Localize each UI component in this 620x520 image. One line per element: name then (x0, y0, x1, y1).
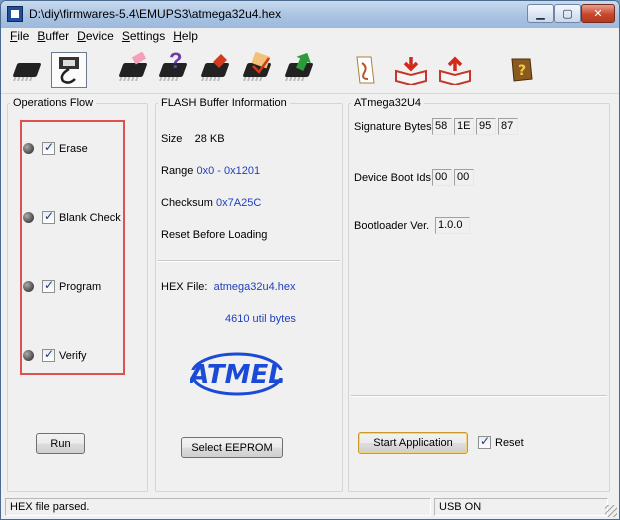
program-label: Program (59, 280, 102, 293)
flash-size-label: Size (161, 133, 183, 145)
signature-bytes-label: Signature Bytes (354, 121, 432, 133)
hex-file-value: atmega32u4.hex (213, 281, 296, 293)
hex-file-label: HEX File: (161, 281, 208, 293)
menu-file[interactable]: File (7, 28, 32, 46)
flash-checksum-row: Checksum 0x7A25C (161, 197, 261, 209)
menu-help[interactable]: Help (170, 28, 201, 46)
chip-blank-check-icon[interactable]: ? (155, 48, 191, 88)
atmel-logo-text: ATMEL (190, 360, 284, 390)
run-button[interactable]: Run (36, 433, 85, 454)
signature-byte-1: 58 (432, 118, 452, 135)
flash-checksum-label: Checksum (161, 197, 213, 209)
atmel-logo: ATMEL (187, 350, 285, 398)
load-hex-file-icon[interactable] (347, 52, 383, 88)
operation-row-program: Program (23, 278, 102, 293)
open-book-icon[interactable] (393, 52, 429, 88)
operation-row-blank-check: Blank Check (23, 209, 121, 224)
reset-checkbox[interactable] (478, 434, 491, 449)
minimize-button[interactable]: ▁ (527, 4, 554, 23)
maximize-button[interactable]: ▢ (554, 4, 581, 23)
boot-id-2: 00 (454, 169, 474, 186)
reset-label: Reset (495, 436, 524, 449)
chip-verify-icon[interactable] (239, 52, 275, 88)
status-bar: HEX file parsed. USB ON (1, 495, 619, 519)
flash-range-value: 0x0 - 0x1201 (196, 165, 261, 177)
flash-size-value: 28 KB (194, 133, 225, 145)
operations-highlight-box (20, 120, 125, 375)
title-bar[interactable]: D:\diy\firmwares-5.4\EMUPS3\atmega32u4.h… (1, 1, 619, 28)
connection-status: USB ON (434, 498, 608, 516)
signature-byte-3: 95 (476, 118, 496, 135)
chip-device-icon[interactable] (9, 52, 45, 88)
boot-ids-label: Device Boot Ids (354, 172, 432, 184)
menu-settings[interactable]: Settings (119, 28, 168, 46)
open-book-read-icon[interactable] (437, 52, 473, 88)
verify-label: Verify (59, 349, 87, 362)
verify-status-led-icon (23, 350, 34, 361)
resize-grip-icon[interactable] (605, 505, 617, 517)
operations-flow-title: Operations Flow (10, 97, 97, 109)
menu-buffer[interactable]: Buffer (34, 28, 72, 46)
close-button[interactable]: ✕ (581, 4, 615, 23)
erase-label: Erase (59, 142, 88, 155)
app-icon (7, 6, 23, 22)
menu-device[interactable]: Device (74, 28, 117, 46)
program-checkbox[interactable] (42, 278, 55, 293)
reset-option: Reset (478, 434, 524, 449)
erase-status-led-icon (23, 143, 34, 154)
flash-range-row: Range 0x0 - 0x1201 (161, 165, 260, 177)
chip-read-icon[interactable] (281, 52, 317, 88)
signature-byte-4: 87 (498, 118, 518, 135)
reset-before-loading-label: Reset Before Loading (161, 229, 268, 241)
svg-text:?: ? (518, 63, 526, 79)
toolbar: ? ? (1, 46, 619, 94)
erase-checkbox[interactable] (42, 140, 55, 155)
signature-byte-2: 1E (454, 118, 474, 135)
program-status-led-icon (23, 281, 34, 292)
start-application-button[interactable]: Start Application (358, 432, 468, 454)
select-eeprom-button[interactable]: Select EEPROM (181, 437, 283, 458)
blank-check-status-led-icon (23, 212, 34, 223)
window-title: D:\diy\firmwares-5.4\EMUPS3\atmega32u4.h… (29, 7, 282, 21)
device-info-title: ATmega32U4 (351, 97, 425, 109)
usb-connect-icon[interactable] (51, 52, 87, 88)
boot-id-1: 00 (432, 169, 452, 186)
blank-check-checkbox[interactable] (42, 209, 55, 224)
status-message: HEX file parsed. (5, 498, 431, 516)
chip-program-icon[interactable] (197, 52, 233, 88)
util-bytes-value: 4610 util bytes (225, 313, 296, 325)
flash-range-label: Range (161, 165, 194, 177)
blank-check-label: Blank Check (59, 211, 121, 224)
flash-divider (158, 260, 340, 262)
hex-file-row: HEX File: atmega32u4.hex (161, 281, 296, 293)
menu-bar: File Buffer Device Settings Help (1, 28, 619, 46)
help-book-icon[interactable]: ? (503, 52, 539, 88)
flash-checksum-value: 0x7A25C (216, 197, 262, 209)
bootloader-version-label: Bootloader Ver. (354, 220, 430, 232)
flash-size-row: Size 28 KB (161, 133, 225, 145)
verify-checkbox[interactable] (42, 347, 55, 362)
chip-erase-icon[interactable] (115, 52, 151, 88)
operation-row-erase: Erase (23, 140, 88, 155)
main-window: D:\diy\firmwares-5.4\EMUPS3\atmega32u4.h… (0, 0, 620, 520)
flash-buffer-title: FLASH Buffer Information (158, 97, 290, 109)
bootloader-version-value: 1.0.0 (435, 217, 470, 234)
device-divider (351, 395, 607, 397)
operation-row-verify: Verify (23, 347, 87, 362)
flash-buffer-group (155, 103, 343, 492)
